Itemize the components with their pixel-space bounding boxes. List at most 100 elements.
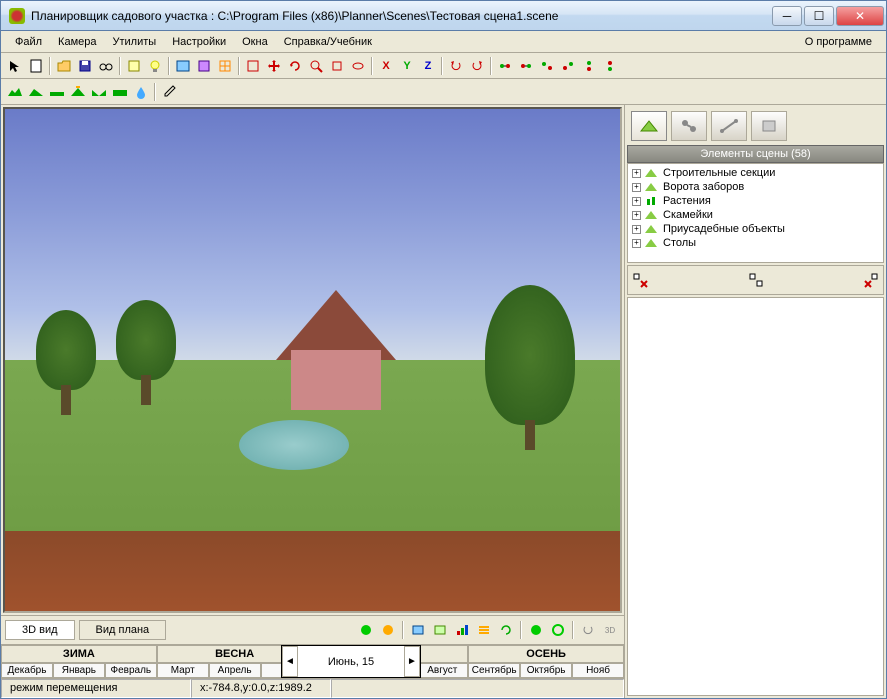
tree-item[interactable]: +Столы [630, 236, 881, 250]
green-circle2-icon[interactable] [548, 620, 568, 640]
menu-windows[interactable]: Окна [234, 34, 276, 50]
orbit-icon[interactable] [348, 56, 368, 76]
panel-tab-measure[interactable] [711, 111, 747, 141]
month-nov[interactable]: Нояб [572, 663, 624, 678]
redo-icon[interactable] [467, 56, 487, 76]
menu-utils[interactable]: Утилиты [105, 34, 165, 50]
expand-icon[interactable]: + [632, 211, 641, 220]
viewport-column: 3D вид Вид плана 3D [1, 105, 624, 698]
tree-item[interactable]: +Строительные секции [630, 166, 881, 180]
tree-item[interactable]: +Скамейки [630, 208, 881, 222]
tree-item[interactable]: +Приусадебные объекты [630, 222, 881, 236]
month-mar[interactable]: Март [157, 663, 209, 678]
month-oct[interactable]: Октябрь [520, 663, 572, 678]
water-drop-icon[interactable] [131, 82, 151, 102]
image-icon[interactable] [173, 56, 193, 76]
date-next-button[interactable]: ► [404, 646, 420, 677]
terrain1-icon[interactable] [5, 82, 25, 102]
fit-view-icon[interactable] [243, 56, 263, 76]
save-file-icon[interactable] [75, 56, 95, 76]
expand-icon[interactable]: + [632, 169, 641, 178]
close-button[interactable]: ✕ [836, 6, 884, 26]
scene-tree[interactable]: +Строительные секции +Ворота заборов +Ра… [627, 163, 884, 263]
action-row [627, 265, 884, 295]
film-icon[interactable] [194, 56, 214, 76]
undo2-icon[interactable] [578, 620, 598, 640]
link3-icon[interactable] [537, 56, 557, 76]
pan-icon[interactable] [327, 56, 347, 76]
month-sep[interactable]: Сентябрь [468, 663, 520, 678]
axis-x-button[interactable]: X [376, 56, 396, 76]
expand-icon[interactable]: + [632, 183, 641, 192]
minimize-button[interactable]: ─ [772, 6, 802, 26]
list-icon[interactable] [474, 620, 494, 640]
terrain3-icon[interactable] [47, 82, 67, 102]
lightbulb-icon[interactable] [145, 56, 165, 76]
month-dec[interactable]: Декабрь [1, 663, 53, 678]
link5-icon[interactable] [579, 56, 599, 76]
link2-icon[interactable] [516, 56, 536, 76]
move-icon[interactable] [264, 56, 284, 76]
month-apr[interactable]: Апрель [209, 663, 261, 678]
plant-icon [645, 195, 659, 207]
undo-icon[interactable] [446, 56, 466, 76]
side-tabs [627, 107, 884, 145]
panel-tab-objects[interactable] [751, 111, 787, 141]
link1-icon[interactable] [495, 56, 515, 76]
3d-viewport[interactable] [3, 107, 622, 613]
new-file-icon[interactable] [26, 56, 46, 76]
folder-icon [645, 237, 659, 249]
chart-icon[interactable] [452, 620, 472, 640]
green-dot-icon[interactable] [356, 620, 376, 640]
tab-3d-view[interactable]: 3D вид [5, 620, 75, 640]
delete-right-icon[interactable] [861, 270, 881, 290]
month-aug[interactable]: Август [416, 663, 468, 678]
axis-y-button[interactable]: Y [397, 56, 417, 76]
statusbar: режим перемещения x:-784.8,y:0.0,z:1989.… [1, 678, 624, 698]
terrain2-icon[interactable] [26, 82, 46, 102]
link4-icon[interactable] [558, 56, 578, 76]
delete-left-icon[interactable] [630, 270, 650, 290]
select-tool-icon[interactable] [5, 56, 25, 76]
scene-panel-header: Элементы сцены (58) [627, 145, 884, 163]
orange-dot-icon[interactable] [378, 620, 398, 640]
grid-icon[interactable] [215, 56, 235, 76]
axis-z-button[interactable]: Z [418, 56, 438, 76]
layers2-icon[interactable] [430, 620, 450, 640]
menu-file[interactable]: Файл [7, 34, 50, 50]
expand-icon[interactable]: + [632, 197, 641, 206]
eyedropper-icon[interactable] [159, 82, 179, 102]
terrain5-icon[interactable] [89, 82, 109, 102]
month-feb[interactable]: Февраль [105, 663, 157, 678]
expand-icon[interactable]: + [632, 225, 641, 234]
mode3d-icon[interactable]: 3D [600, 620, 620, 640]
titlebar[interactable]: Планировщик садового участка : C:\Progra… [1, 1, 886, 31]
menu-help[interactable]: Справка/Учебник [276, 34, 380, 50]
binoculars-icon[interactable] [96, 56, 116, 76]
refresh-icon[interactable] [496, 620, 516, 640]
menu-about[interactable]: О программе [797, 34, 880, 50]
panel-tab-scene[interactable] [631, 111, 667, 141]
menu-camera[interactable]: Камера [50, 34, 104, 50]
season-bar: ЗИМА Декабрь Январь Февраль ВЕСНА Март А… [1, 644, 624, 678]
date-prev-button[interactable]: ◄ [282, 646, 298, 677]
layers-icon[interactable] [408, 620, 428, 640]
open-file-icon[interactable] [54, 56, 74, 76]
terrain6-icon[interactable] [110, 82, 130, 102]
tree-item[interactable]: +Ворота заборов [630, 180, 881, 194]
terrain4-icon[interactable] [68, 82, 88, 102]
rotate-icon[interactable] [285, 56, 305, 76]
month-jan[interactable]: Январь [53, 663, 105, 678]
link6-icon[interactable] [600, 56, 620, 76]
maximize-button[interactable]: ☐ [804, 6, 834, 26]
expand-icon[interactable]: + [632, 239, 641, 248]
green-circle-icon[interactable] [526, 620, 546, 640]
zoom-icon[interactable] [306, 56, 326, 76]
copy-icon[interactable] [746, 270, 766, 290]
tree-item[interactable]: +Растения [630, 194, 881, 208]
script-icon[interactable] [124, 56, 144, 76]
tab-plan-view[interactable]: Вид плана [79, 620, 167, 640]
panel-tab-tools[interactable] [671, 111, 707, 141]
properties-panel [627, 297, 884, 696]
menu-settings[interactable]: Настройки [164, 34, 234, 50]
